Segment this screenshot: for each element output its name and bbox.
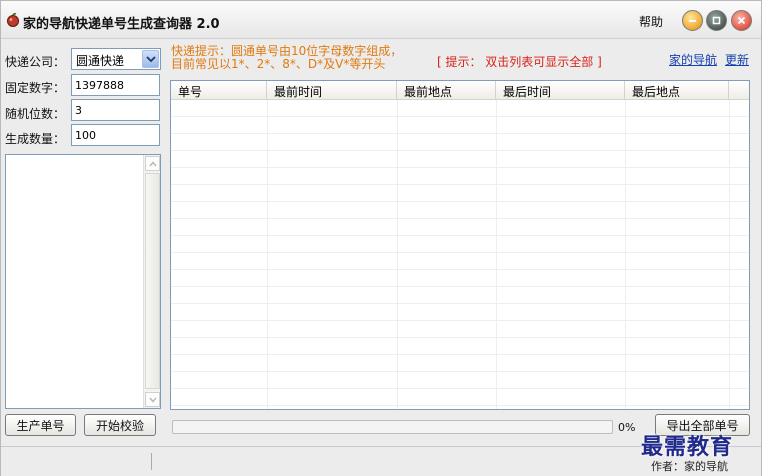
column-header-first-time[interactable]: 最前时间 bbox=[267, 81, 397, 100]
minimize-icon bbox=[689, 20, 696, 22]
count-label: 生成数量： bbox=[5, 132, 66, 146]
chevron-down-icon[interactable] bbox=[142, 50, 159, 68]
table-body[interactable] bbox=[171, 100, 749, 409]
list-scrollbar[interactable] bbox=[143, 155, 160, 408]
column-header-last-location[interactable]: 最后地点 bbox=[625, 81, 729, 100]
minimize-button[interactable] bbox=[682, 10, 703, 31]
scroll-up-icon[interactable] bbox=[145, 156, 160, 171]
column-header-last-time[interactable]: 最后时间 bbox=[496, 81, 625, 100]
table-header: 单号 最前时间 最前地点 最后时间 最后地点 bbox=[171, 81, 749, 100]
app-icon bbox=[6, 13, 20, 27]
column-header-first-location[interactable]: 最前地点 bbox=[397, 81, 496, 100]
close-button[interactable] bbox=[731, 10, 752, 31]
column-divider bbox=[397, 100, 398, 409]
column-header-tracking-number[interactable]: 单号 bbox=[171, 81, 267, 100]
scroll-down-icon[interactable] bbox=[145, 392, 160, 407]
progress-bar bbox=[172, 420, 613, 434]
restore-button[interactable] bbox=[706, 10, 727, 31]
results-table[interactable]: 单号 最前时间 最前地点 最后时间 最后地点 bbox=[170, 80, 750, 410]
title-bar: 家的导航快递单号生成查询器 2.0 帮助 bbox=[1, 1, 761, 39]
company-label: 快递公司： bbox=[5, 55, 66, 69]
watermark-text: 最需教育 bbox=[641, 434, 734, 460]
scroll-thumb[interactable] bbox=[145, 173, 160, 389]
fixed-digits-input[interactable] bbox=[71, 74, 160, 96]
app-window: 家的导航快递单号生成查询器 2.0 帮助 快递公司： 圆通快递 固定数字： 随机… bbox=[0, 0, 762, 476]
generated-number-list[interactable] bbox=[5, 154, 161, 409]
courier-hint-line2: 目前常见以1*、2*、8*、D*及V*等开头 bbox=[171, 57, 386, 71]
restore-icon bbox=[712, 16, 721, 25]
home-link[interactable]: 家的导航 bbox=[669, 51, 717, 68]
column-divider bbox=[625, 100, 626, 409]
count-input[interactable] bbox=[71, 124, 160, 146]
double-click-notice: [ 提示： 双击列表可显示全部 ] bbox=[437, 55, 602, 69]
help-menu[interactable]: 帮助 bbox=[639, 13, 663, 30]
column-divider bbox=[267, 100, 268, 409]
progress-percent: 0% bbox=[618, 421, 636, 434]
verify-button[interactable]: 开始校验 bbox=[84, 414, 156, 436]
company-select[interactable]: 圆通快递 bbox=[71, 48, 161, 70]
fixed-digits-label: 固定数字： bbox=[5, 81, 66, 95]
close-icon bbox=[737, 16, 746, 25]
company-select-value: 圆通快递 bbox=[76, 54, 125, 68]
random-digits-label: 随机位数： bbox=[5, 107, 66, 121]
window-title: 家的导航快递单号生成查询器 2.0 bbox=[23, 17, 220, 32]
generate-button[interactable]: 生产单号 bbox=[5, 414, 76, 436]
column-divider bbox=[729, 100, 730, 409]
status-divider bbox=[151, 453, 152, 470]
courier-hint: 快递提示：圆通单号由10位字母数字组成， 目前常见以1*、2*、8*、D*及V*… bbox=[171, 45, 402, 71]
update-link[interactable]: 更新 bbox=[725, 51, 749, 68]
column-divider bbox=[496, 100, 497, 409]
random-digits-input[interactable] bbox=[71, 99, 160, 121]
